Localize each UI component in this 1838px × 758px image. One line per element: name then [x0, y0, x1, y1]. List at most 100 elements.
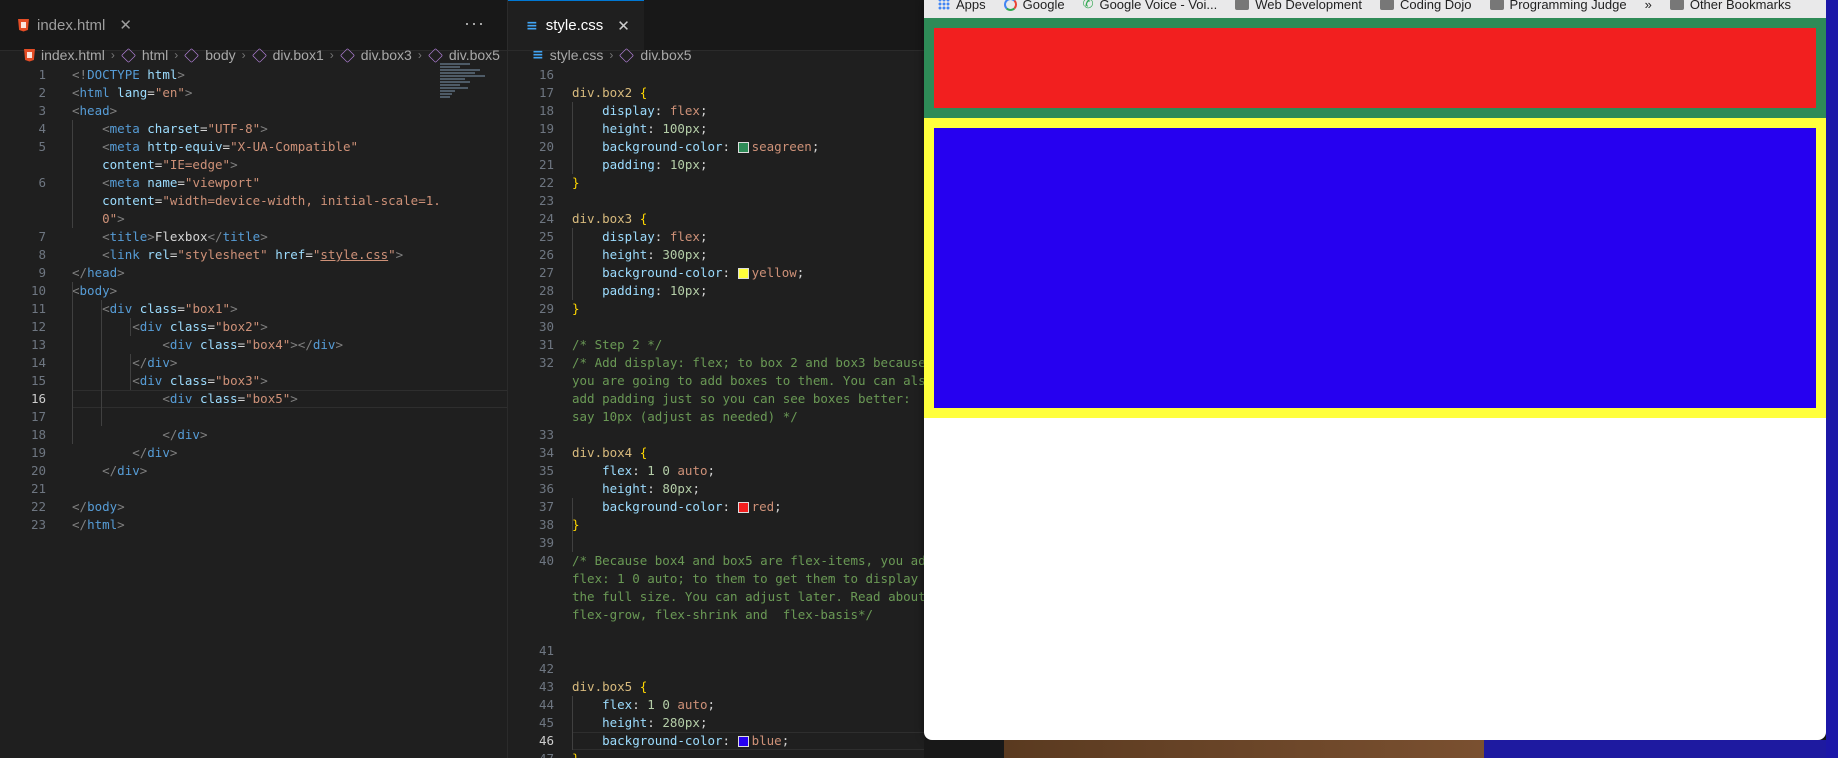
code-line[interactable]: 12 <div class="box2"> [0, 318, 507, 336]
line-number: 18 [538, 103, 554, 118]
breadcrumb-item[interactable]: html [142, 47, 168, 63]
code-line[interactable]: 30 [508, 318, 925, 336]
breadcrumb-item[interactable]: style.css [550, 47, 604, 63]
code-line[interactable]: 32 /* Add display: flex; to box 2 and box… [508, 354, 925, 372]
code-line[interactable]: 20 background-color: seagreen; [508, 138, 925, 156]
code-line[interactable]: content="width=device-width, initial-sca… [0, 192, 507, 210]
bookmark-item[interactable]: Apps [938, 0, 986, 12]
tab-index-html[interactable]: index.html ✕ [0, 0, 146, 50]
code-line[interactable]: 24 div.box3 { [508, 210, 925, 228]
code-line[interactable]: 22} [508, 174, 925, 192]
code-line[interactable]: 18 display: flex; [508, 102, 925, 120]
code-line[interactable]: 4 <meta charset="UTF-8"> [0, 120, 507, 138]
code-line[interactable]: 20 </div> [0, 462, 507, 480]
code-line[interactable]: 10 <body> [0, 282, 507, 300]
bookmark-item[interactable]: Other Bookmarks [1669, 0, 1791, 12]
code-line[interactable]: 22 </body> [0, 498, 507, 516]
more-actions-icon[interactable]: ··· [464, 13, 485, 34]
code-line[interactable]: 28 padding: 10px; [508, 282, 925, 300]
code-line[interactable]: 1 <!DOCTYPE html> [0, 66, 507, 84]
code-line[interactable]: 5 <meta http-equiv="X-UA-Compatible" [0, 138, 507, 156]
code-line[interactable]: 41 [508, 642, 925, 660]
code-line[interactable]: 19 height: 100px; [508, 120, 925, 138]
breadcrumb-item[interactable]: index.html [41, 47, 105, 63]
close-icon[interactable]: ✕ [617, 17, 630, 35]
bookmark-item[interactable]: Google [1003, 0, 1065, 12]
code-line[interactable]: 0"> [0, 210, 507, 228]
bookmark-item[interactable]: Coding Dojo [1379, 0, 1472, 12]
code-line[interactable]: 15 <div class="box3"> [0, 372, 507, 390]
line-number: 39 [538, 535, 554, 550]
code-line[interactable]: 21 padding: 10px; [508, 156, 925, 174]
code-line[interactable]: 16 <div class="box5"> [0, 390, 507, 408]
code-line[interactable]: flex: 1 0 auto; to them to get them to d… [508, 570, 925, 588]
code-line[interactable]: 2 <html lang="en"> [0, 84, 507, 102]
bookmark-label: Google Voice - Voi... [1099, 0, 1218, 12]
code-line[interactable]: 14 </div> [0, 354, 507, 372]
code-line[interactable]: 21 [0, 480, 507, 498]
tab-style-css[interactable]: ≡ style.css ✕ [508, 0, 644, 50]
code-line[interactable]: 27 background-color: yellow; [508, 264, 925, 282]
breadcrumb-item[interactable]: div.box5 [449, 47, 500, 63]
line-number: 23 [538, 193, 554, 208]
bookmark-item[interactable]: ✆ Google Voice - Voi... [1083, 0, 1218, 12]
code-line[interactable]: 40 /* Because box4 and box5 are flex-item… [508, 552, 925, 570]
code-line[interactable]: 43 div.box5 { [508, 678, 925, 696]
code-line[interactable]: 26 height: 300px; [508, 246, 925, 264]
code-line[interactable]: 18 </div> [0, 426, 507, 444]
code-text: </div> [162, 427, 208, 442]
code-line[interactable]: 36 height: 80px; [508, 480, 925, 498]
code-line[interactable]: 9 </head> [0, 264, 507, 282]
code-line[interactable]: 45 height: 280px; [508, 714, 925, 732]
bookmarks-overflow-button[interactable]: » [1645, 0, 1652, 12]
code-line[interactable]: 17 div.box2 { [508, 84, 925, 102]
code-line[interactable]: 33 [508, 426, 925, 444]
line-number: 33 [538, 427, 554, 442]
breadcrumb-item[interactable]: div.box5 [640, 47, 691, 63]
code-line[interactable]: 29} [508, 300, 925, 318]
code-text: content="IE=edge"> [102, 157, 238, 172]
code-line[interactable]: 11 <div class="box1"> [0, 300, 507, 318]
code-line[interactable]: 34 div.box4 { [508, 444, 925, 462]
code-line[interactable]: 35 flex: 1 0 auto; [508, 462, 925, 480]
line-number: 1 [38, 67, 46, 82]
code-line[interactable] [508, 624, 925, 642]
code-line[interactable]: 8 <link rel="stylesheet" href="style.css… [0, 246, 507, 264]
code-line[interactable]: 38} [508, 516, 925, 534]
code-text: the full size. You can adjust later. Rea… [572, 589, 925, 604]
code-text: <html lang="en"> [72, 85, 193, 100]
code-line[interactable]: 44 flex: 1 0 auto; [508, 696, 925, 714]
code-line[interactable]: content="IE=edge"> [0, 156, 507, 174]
code-line[interactable]: 6 <meta name="viewport" [0, 174, 507, 192]
chevron-right-icon: › [329, 48, 334, 62]
code-line[interactable]: 13 <div class="box4"></div> [0, 336, 507, 354]
code-line[interactable]: 31 /* Step 2 */ [508, 336, 925, 354]
code-line[interactable]: flex-grow, flex-shrink and flex-basis*/ [508, 606, 925, 624]
code-line[interactable]: 23 [508, 192, 925, 210]
code-line[interactable]: 37 background-color: red; [508, 498, 925, 516]
breadcrumb-item[interactable]: body [205, 47, 235, 63]
code-line[interactable]: 25 display: flex; [508, 228, 925, 246]
line-number: 21 [538, 157, 554, 172]
code-line[interactable]: 16 [508, 66, 925, 84]
code-line[interactable]: 3 <head> [0, 102, 507, 120]
phone-icon: ✆ [1082, 0, 1094, 11]
bookmark-item[interactable]: Programming Judge [1489, 0, 1627, 12]
breadcrumb-item[interactable]: div.box3 [361, 47, 412, 63]
bookmark-item[interactable]: Web Development [1235, 0, 1362, 12]
code-line[interactable]: the full size. You can adjust later. Rea… [508, 588, 925, 606]
code-line[interactable]: say 10px (adjust as needed) */ [508, 408, 925, 426]
close-icon[interactable]: ✕ [119, 16, 132, 34]
breadcrumb-item[interactable]: div.box1 [273, 47, 324, 63]
code-line[interactable]: add padding just so you can see boxes be… [508, 390, 925, 408]
code-line[interactable]: you are going to add boxes to them. You … [508, 372, 925, 390]
code-line[interactable]: 19 </div> [0, 444, 507, 462]
code-line[interactable]: 39 [508, 534, 925, 552]
code-line[interactable]: 46 background-color: blue; [508, 732, 925, 750]
code-line[interactable]: 17 [0, 408, 507, 426]
code-line[interactable]: 23 </html> [0, 516, 507, 534]
code-line[interactable]: 42 [508, 660, 925, 678]
code-line[interactable]: 47} [508, 750, 925, 758]
line-number: 44 [538, 697, 554, 712]
code-line[interactable]: 7 <title>Flexbox</title> [0, 228, 507, 246]
